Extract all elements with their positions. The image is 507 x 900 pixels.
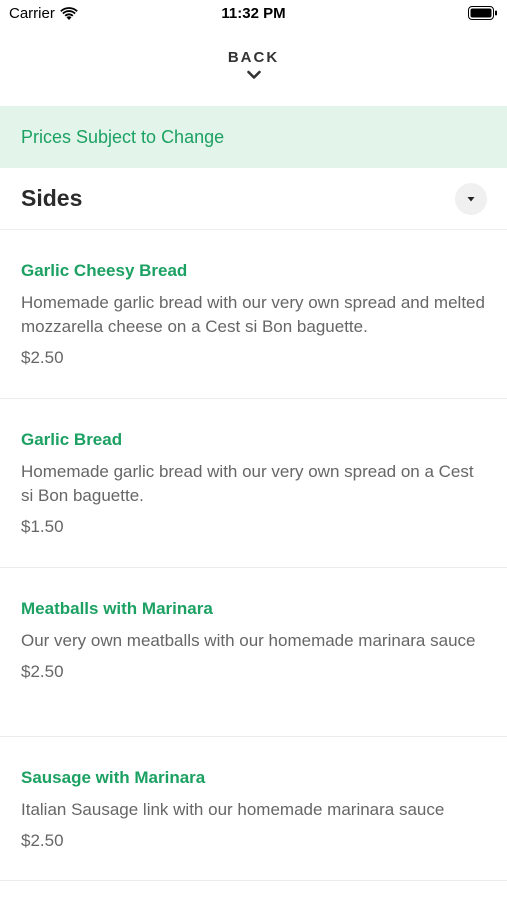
chevron-down-icon bbox=[246, 70, 261, 79]
clock: 11:32 PM bbox=[221, 5, 286, 22]
menu-item[interactable]: Sausage with Marinara Italian Sausage li… bbox=[0, 737, 507, 881]
collapse-section-button[interactable] bbox=[455, 182, 487, 215]
section-title: Sides bbox=[21, 185, 83, 211]
menu-item-name: Garlic Bread bbox=[21, 430, 123, 449]
battery-icon bbox=[468, 6, 497, 20]
menu-item-name: Sausage with Marinara bbox=[21, 768, 206, 787]
section-header[interactable]: Sides bbox=[0, 168, 507, 230]
back-label: BACK bbox=[227, 49, 280, 66]
menu-item-name: Garlic Cheesy Bread bbox=[21, 261, 188, 280]
menu-item-price: $2.50 bbox=[21, 831, 64, 850]
menu-item-price: $1.50 bbox=[21, 517, 64, 536]
caret-down-icon bbox=[467, 196, 475, 201]
menu-item-description: Homemade garlic bread with our very own … bbox=[21, 293, 485, 336]
menu-item-list: Garlic Cheesy Bread Homemade garlic brea… bbox=[0, 230, 507, 881]
menu-item[interactable]: Garlic Bread Homemade garlic bread with … bbox=[0, 399, 507, 568]
menu-item-description: Italian Sausage link with our homemade m… bbox=[21, 800, 445, 819]
menu-item[interactable]: Garlic Cheesy Bread Homemade garlic brea… bbox=[0, 230, 507, 399]
status-bar: Carrier 11:32 PM bbox=[0, 0, 507, 28]
menu-item-description: Homemade garlic bread with our very own … bbox=[21, 462, 474, 505]
menu-item-price: $2.50 bbox=[21, 662, 64, 681]
price-notice-banner: Prices Subject to Change bbox=[0, 106, 507, 168]
banner-text: Prices Subject to Change bbox=[21, 126, 225, 147]
menu-item-price: $2.50 bbox=[21, 348, 64, 367]
back-button[interactable]: BACK bbox=[0, 28, 507, 106]
menu-item-name: Meatballs with Marinara bbox=[21, 599, 213, 618]
menu-item-description: Our very own meatballs with our homemade… bbox=[21, 631, 476, 650]
menu-item[interactable]: Meatballs with Marinara Our very own mea… bbox=[0, 568, 507, 737]
